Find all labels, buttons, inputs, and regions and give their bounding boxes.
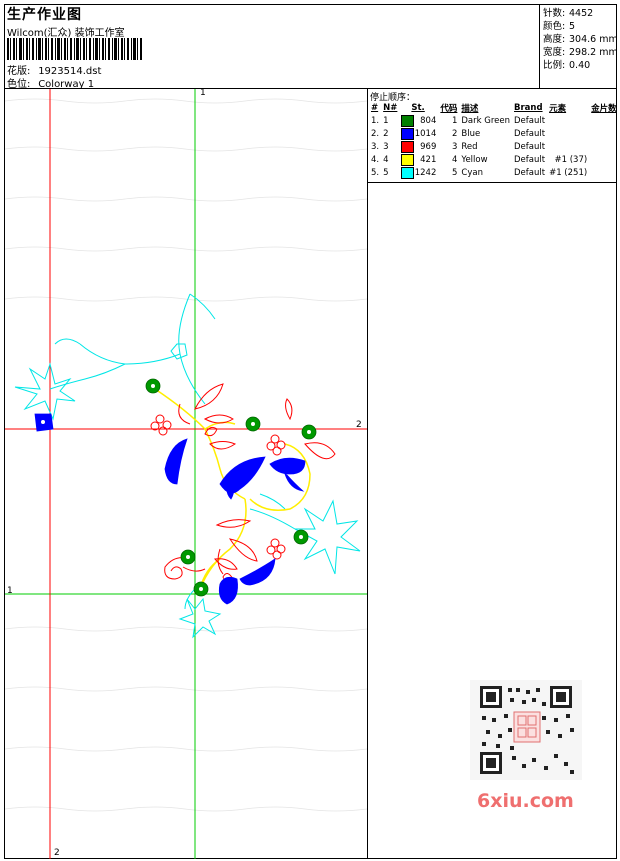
spec-row: 宽度: 298.2 mm bbox=[543, 44, 618, 58]
table-cell: 5 bbox=[451, 167, 458, 178]
qr-code bbox=[470, 680, 582, 780]
design-canvas bbox=[5, 89, 367, 859]
small-cyan-flower-bottom bbox=[178, 597, 222, 639]
col-header: 元素 bbox=[549, 104, 567, 114]
spec-label: 比例: bbox=[543, 60, 566, 71]
table-cell: 5. bbox=[371, 167, 380, 178]
table-row: 2. 2 1014 2 Blue Default bbox=[369, 127, 619, 140]
table-cell: 969 bbox=[399, 140, 438, 153]
barcode bbox=[7, 38, 142, 60]
table-row: 5. 5 1242 5 Cyan Default #1 (251) bbox=[369, 166, 619, 179]
table-cell: 4 bbox=[383, 154, 389, 165]
spec-row: 比例: 0.40 bbox=[543, 57, 590, 71]
table-row: 1. 1 804 1 Dark Green Default bbox=[369, 114, 619, 127]
spec-label: 宽度: bbox=[543, 47, 566, 58]
blue-elements bbox=[34, 413, 306, 605]
stitch-count: 969 bbox=[420, 142, 437, 152]
spec-label: 颜色: bbox=[543, 21, 566, 32]
table-cell: 804 bbox=[399, 114, 438, 127]
table-cell: Default bbox=[514, 115, 546, 126]
table-cell: 1014 bbox=[399, 127, 438, 140]
col-header: Brand bbox=[514, 103, 543, 113]
table-cell bbox=[547, 114, 589, 127]
axis-label-left: 1 bbox=[7, 586, 13, 596]
col-header: St. bbox=[411, 103, 425, 113]
table-cell: Dark Green bbox=[461, 115, 511, 126]
table-cell: 3. bbox=[371, 141, 380, 152]
spec-label: 高度: bbox=[543, 34, 566, 45]
axis-label-right: 2 bbox=[356, 420, 362, 430]
table-header-row: # N# St. 代码 描述 Brand 元素 金片数 bbox=[369, 102, 619, 114]
col-header: 描述 bbox=[461, 104, 479, 114]
table-cell: 1 bbox=[383, 115, 389, 126]
background-texture bbox=[5, 98, 367, 812]
spec-value: 0.40 bbox=[569, 60, 591, 71]
embroidery-design bbox=[5, 89, 367, 859]
panel-divider bbox=[367, 89, 368, 859]
table-cell: 5 bbox=[383, 167, 389, 178]
stop-sequence-table: # N# St. 代码 描述 Brand 元素 金片数 1. 1 804 1 Dark … bbox=[369, 102, 619, 179]
color-swatch bbox=[401, 140, 415, 153]
table-row: 4. 4 421 4 Yellow Default #1 (37) bbox=[369, 153, 619, 166]
table-cell: 2 bbox=[383, 128, 389, 139]
table-cell: Default bbox=[514, 154, 546, 165]
colorway-row: 色位: Colorway 1 bbox=[7, 75, 94, 90]
table-cell bbox=[589, 166, 619, 179]
table-cell: 1. bbox=[371, 115, 380, 126]
spec-panel: 针数: 4452 颜色: 5 高度: 304.6 mm 宽度: 298.2 mm 比例:… bbox=[539, 4, 618, 88]
header: 生产作业图 Wilcom(汇众) 装饰工作室 花版: 1923514.dst 色… bbox=[4, 4, 618, 90]
table-cell: 3 bbox=[383, 141, 389, 152]
header-left: 生产作业图 Wilcom(汇众) 装饰工作室 花版: 1923514.dst 色… bbox=[4, 4, 539, 90]
table-cell: Default bbox=[514, 128, 546, 139]
table-cell: 4. bbox=[371, 154, 380, 165]
stitch-count: 1014 bbox=[414, 129, 437, 139]
spec-label: 针数: bbox=[543, 8, 566, 19]
table-cell: 4 bbox=[451, 154, 458, 165]
watermark-logo: 6xiu.com bbox=[477, 790, 574, 812]
page-title: 生产作业图 bbox=[7, 7, 82, 23]
table-cell: Cyan bbox=[461, 167, 483, 178]
table-cell: #1 (37) bbox=[554, 154, 588, 165]
stop-sequence-panel: 停止顺序： # N# St. 代码 描述 Brand 元素 金片数 1. 1 804… bbox=[368, 89, 617, 183]
col-header: # bbox=[371, 103, 379, 113]
stitch-count: 1242 bbox=[414, 168, 437, 178]
table-cell: Default bbox=[514, 167, 546, 178]
axis-label-bottom: 2 bbox=[54, 848, 60, 858]
spec-row: 颜色: 5 bbox=[543, 18, 575, 32]
col-header: 金片数 bbox=[591, 104, 617, 114]
table-cell bbox=[589, 114, 619, 127]
green-flower-centers bbox=[41, 384, 311, 591]
table-row: 3. 3 969 3 Red Default bbox=[369, 140, 619, 153]
table-cell bbox=[547, 140, 589, 153]
color-swatch bbox=[401, 114, 415, 127]
table-cell: #1 (251) bbox=[549, 167, 588, 178]
table-cell: 2 bbox=[451, 128, 458, 139]
spec-row: 针数: 4452 bbox=[543, 5, 593, 19]
col-header: 代码 bbox=[440, 104, 458, 114]
table-cell: 3 bbox=[451, 141, 458, 152]
table-cell bbox=[589, 153, 619, 166]
color-swatch bbox=[401, 166, 415, 179]
lily-flower-left bbox=[14, 362, 76, 421]
stitch-count: 804 bbox=[420, 116, 437, 126]
colorway-label: 色位: bbox=[7, 79, 31, 90]
col-header: N# bbox=[383, 103, 398, 113]
table-cell bbox=[589, 140, 619, 153]
table-cell: Default bbox=[514, 141, 546, 152]
table-cell: 421 bbox=[399, 153, 438, 166]
table-cell: Blue bbox=[461, 128, 481, 139]
table-cell bbox=[589, 127, 619, 140]
table-cell bbox=[547, 127, 589, 140]
axis-label-top: 1 bbox=[200, 88, 206, 98]
company-name: Wilcom(汇众) 装饰工作室 bbox=[7, 28, 125, 39]
color-swatch bbox=[401, 127, 415, 140]
table-cell: 1242 bbox=[399, 166, 438, 179]
stitch-count: 421 bbox=[420, 155, 437, 165]
table-cell: Yellow bbox=[461, 154, 488, 165]
table-cell: 1 bbox=[451, 115, 458, 126]
spec-row: 高度: 304.6 mm bbox=[543, 31, 618, 45]
color-swatch bbox=[401, 153, 415, 166]
table-cell: Red bbox=[461, 141, 478, 152]
table-cell: 2. bbox=[371, 128, 380, 139]
